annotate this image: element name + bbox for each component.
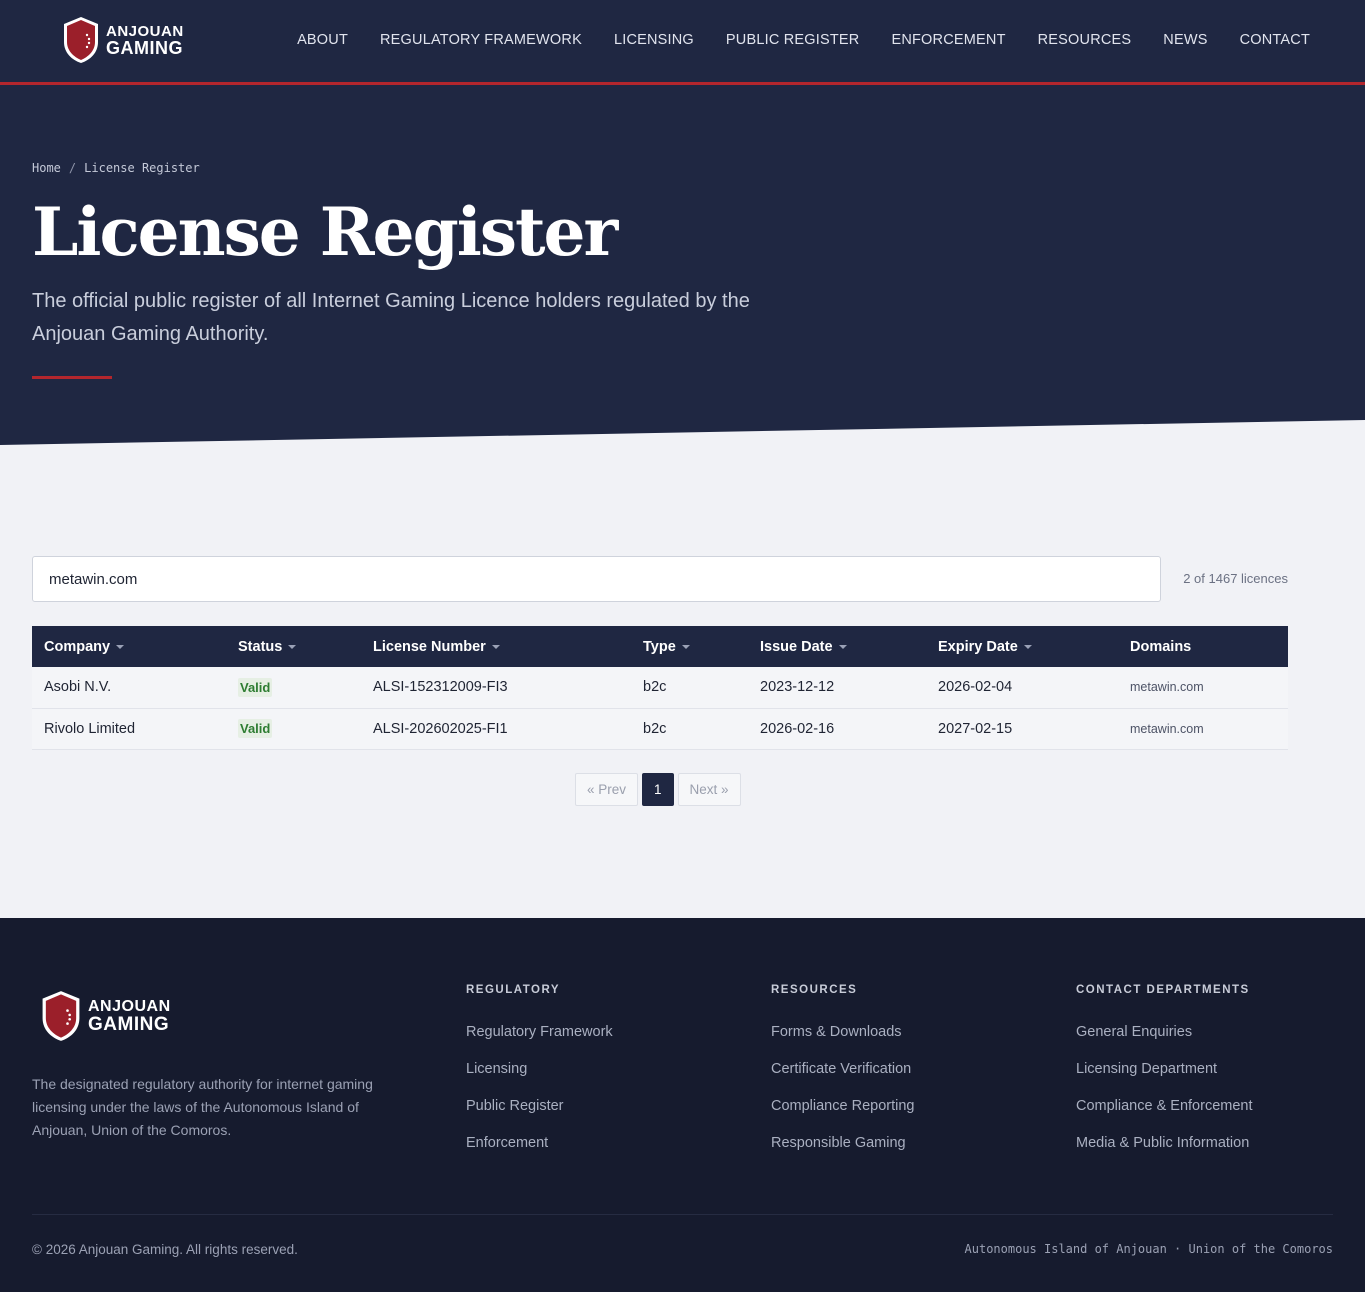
sort-caret-icon xyxy=(681,644,690,649)
footer-link-licensing-department[interactable]: Licensing Department xyxy=(1076,1061,1253,1077)
breadcrumb-separator: / xyxy=(68,161,77,175)
title-accent-rule xyxy=(32,376,112,379)
column-header-status[interactable]: Status xyxy=(226,626,361,667)
nav-licensing[interactable]: LICENSING xyxy=(614,32,694,48)
column-label: Company xyxy=(44,638,111,655)
search-input[interactable] xyxy=(32,556,1161,602)
cell-status: Valid xyxy=(226,708,361,750)
footer-link-certificate-verification[interactable]: Certificate Verification xyxy=(771,1061,914,1077)
top-navbar: ANJOUAN GAMING ABOUT REGULATORY FRAMEWOR… xyxy=(0,0,1365,85)
result-count: 2 of 1467 licences xyxy=(1183,571,1288,586)
footer-description: The designated regulatory authority for … xyxy=(32,1076,373,1138)
footer-link-public-register[interactable]: Public Register xyxy=(466,1098,613,1114)
column-label: Type xyxy=(643,638,676,655)
footer-link-enforcement[interactable]: Enforcement xyxy=(466,1135,613,1151)
footer-link-licensing[interactable]: Licensing xyxy=(466,1061,613,1077)
table-header-row: Company Status License Number Type Issue… xyxy=(32,626,1288,667)
column-label: Domains xyxy=(1130,638,1192,655)
sort-caret-icon xyxy=(116,644,125,649)
logo-line-2: GAMING xyxy=(88,1014,170,1035)
site-footer: ANJOUAN GAMING The designated regulatory… xyxy=(0,918,1365,1292)
column-label: Status xyxy=(238,638,283,655)
footer-column-regulatory: REGULATORY Regulatory Framework Licensin… xyxy=(466,984,613,1172)
copyright-text: © 2026 Anjouan Gaming. All rights reserv… xyxy=(32,1242,298,1257)
footer-link-regulatory-framework[interactable]: Regulatory Framework xyxy=(466,1024,613,1040)
breadcrumb: Home / License Register xyxy=(32,161,200,175)
cell-type: b2c xyxy=(631,708,748,750)
license-table: Company Status License Number Type Issue… xyxy=(32,626,1288,750)
cell-status: Valid xyxy=(226,667,361,709)
footer-heading: CONTACT DEPARTMENTS xyxy=(1076,984,1250,996)
nav-about[interactable]: ABOUT xyxy=(297,32,348,48)
shield-logo-icon xyxy=(64,17,98,63)
cell-company: Rivolo Limited xyxy=(32,708,226,750)
nav-regulatory-framework[interactable]: REGULATORY FRAMEWORK xyxy=(380,32,582,48)
cell-expiry-date: 2027-02-15 xyxy=(926,708,1118,750)
cell-company: Asobi N.V. xyxy=(32,667,226,709)
page-button-current[interactable]: 1 xyxy=(642,773,674,806)
column-header-issue-date[interactable]: Issue Date xyxy=(748,626,926,667)
breadcrumb-current: License Register xyxy=(84,161,200,175)
sort-caret-icon xyxy=(288,644,297,649)
logo-wordmark: ANJOUAN GAMING xyxy=(88,998,171,1034)
column-header-license-number[interactable]: License Number xyxy=(361,626,631,667)
location-text: Autonomous Island of Anjouan · Union of … xyxy=(964,1242,1333,1256)
breadcrumb-home[interactable]: Home xyxy=(32,161,61,175)
nav-news[interactable]: NEWS xyxy=(1163,32,1207,48)
table-row: Asobi N.V. Valid ALSI-152312009-FI3 b2c … xyxy=(32,667,1288,709)
status-badge: Valid xyxy=(238,719,273,738)
status-badge: Valid xyxy=(238,677,273,697)
cell-type: b2c xyxy=(631,667,748,709)
footer-column-resources: RESOURCES Forms & Downloads Certificate … xyxy=(771,984,914,1172)
footer-logo[interactable]: ANJOUAN GAMING xyxy=(40,990,171,1042)
column-label: Issue Date xyxy=(760,638,833,655)
prev-page-button[interactable]: « Prev xyxy=(575,773,639,806)
hero-section: Home / License Register License Register T… xyxy=(0,85,1365,445)
footer-column-contact: CONTACT DEPARTMENTS General Enquiries Li… xyxy=(1076,984,1253,1172)
next-page-button[interactable]: Next » xyxy=(677,773,741,806)
cell-domains: metawin.com xyxy=(1118,708,1288,750)
sort-caret-icon xyxy=(1023,644,1032,649)
footer-link-media-public-information[interactable]: Media & Public Information xyxy=(1076,1135,1253,1151)
footer-link-responsible-gaming[interactable]: Responsible Gaming xyxy=(771,1135,914,1151)
sort-caret-icon xyxy=(491,644,500,649)
footer-link-general-enquiries[interactable]: General Enquiries xyxy=(1076,1024,1253,1040)
column-header-company[interactable]: Company xyxy=(32,626,226,667)
nav-resources[interactable]: RESOURCES xyxy=(1038,32,1132,48)
table-row: Rivolo Limited Valid ALSI-202602025-FI1 … xyxy=(32,708,1288,750)
column-header-expiry-date[interactable]: Expiry Date xyxy=(926,626,1118,667)
domain-text: metawin.com xyxy=(1130,721,1204,736)
footer-link-compliance-reporting[interactable]: Compliance Reporting xyxy=(771,1098,914,1114)
domain-text: metawin.com xyxy=(1130,680,1204,695)
cell-license-number: ALSI-152312009-FI3 xyxy=(361,667,631,709)
cell-issue-date: 2026-02-16 xyxy=(748,708,926,750)
nav-public-register[interactable]: PUBLIC REGISTER xyxy=(726,32,860,48)
column-label: License Number xyxy=(373,638,486,655)
shield-logo-icon xyxy=(42,991,80,1041)
cell-expiry-date: 2026-02-04 xyxy=(926,667,1118,709)
footer-heading: REGULATORY xyxy=(466,984,561,996)
nav-enforcement[interactable]: ENFORCEMENT xyxy=(891,32,1005,48)
column-header-type[interactable]: Type xyxy=(631,626,748,667)
footer-divider xyxy=(32,1214,1333,1215)
page-subtitle: The official public register of all Inte… xyxy=(32,290,750,345)
logo-wordmark: ANJOUAN GAMING xyxy=(106,23,184,57)
page-title: License Register xyxy=(32,193,618,271)
cell-issue-date: 2023-12-12 xyxy=(748,667,926,709)
footer-heading: RESOURCES xyxy=(771,984,858,996)
main-nav: ABOUT REGULATORY FRAMEWORK LICENSING PUB… xyxy=(297,32,1310,48)
footer-link-forms-downloads[interactable]: Forms & Downloads xyxy=(771,1024,914,1040)
sort-caret-icon xyxy=(838,644,847,649)
cell-domains: metawin.com xyxy=(1118,667,1288,709)
pagination: « Prev 1 Next » xyxy=(575,773,741,806)
nav-contact[interactable]: CONTACT xyxy=(1240,32,1310,48)
footer-link-compliance-enforcement[interactable]: Compliance & Enforcement xyxy=(1076,1098,1253,1114)
column-header-domains: Domains xyxy=(1118,626,1288,667)
logo-line-2: GAMING xyxy=(106,38,183,58)
site-logo[interactable]: ANJOUAN GAMING xyxy=(62,16,184,64)
cell-license-number: ALSI-202602025-FI1 xyxy=(361,708,631,750)
column-label: Expiry Date xyxy=(938,638,1018,655)
